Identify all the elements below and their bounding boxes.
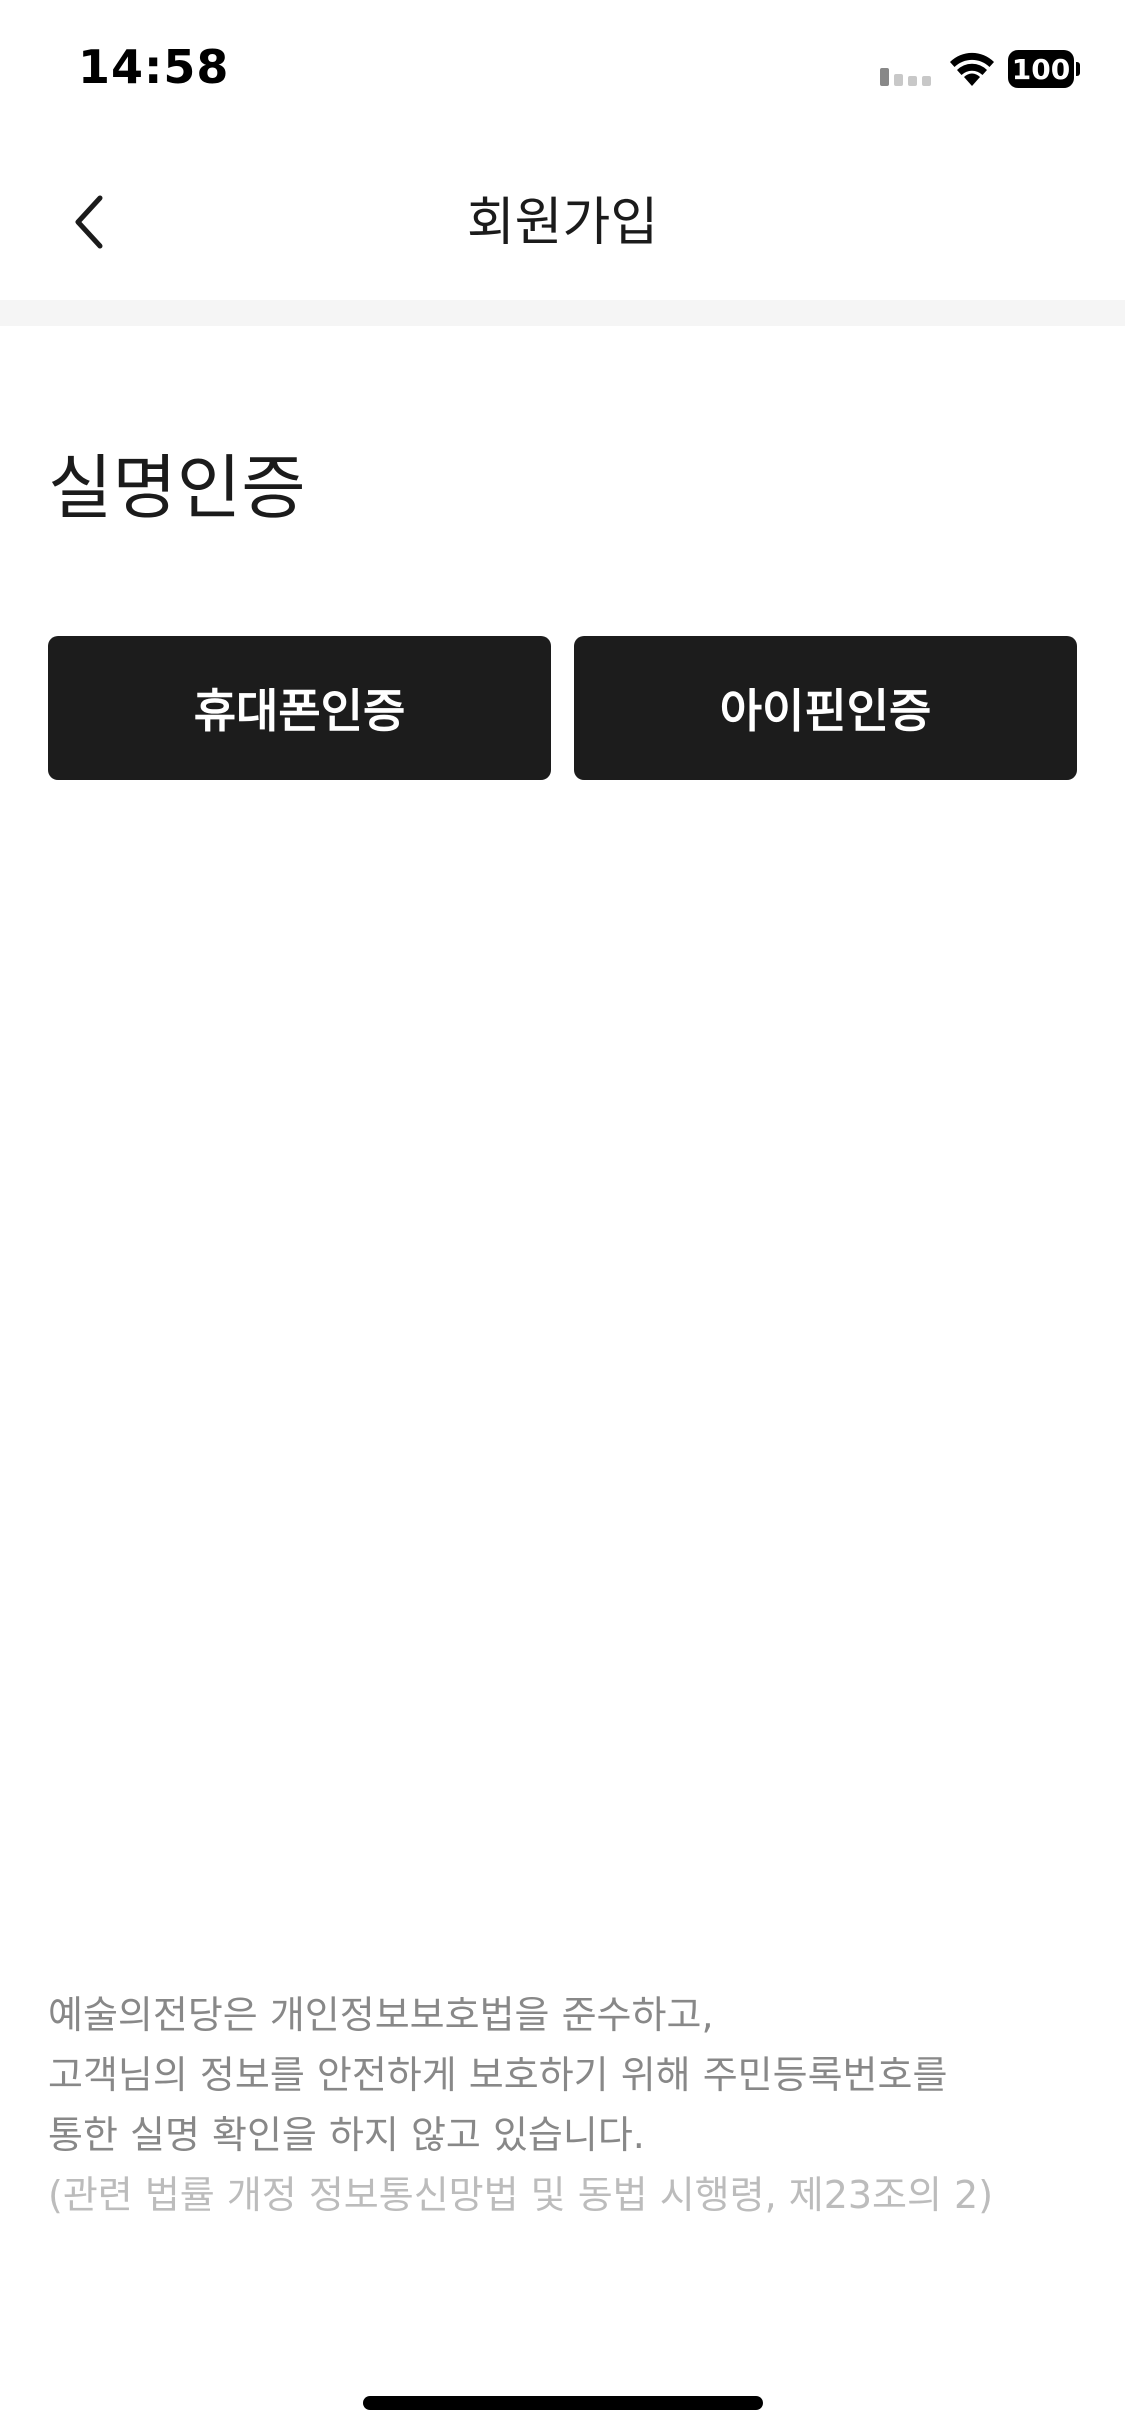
- navigation-bar: 회원가입: [0, 140, 1125, 300]
- phone-auth-button[interactable]: 휴대폰인증: [48, 636, 551, 780]
- notice-line: 예술의전당은 개인정보보호법을 준수하고,: [48, 1993, 714, 2037]
- section-title: 실명인증: [48, 447, 306, 529]
- signal-icon: [880, 68, 931, 86]
- auth-method-buttons: 휴대폰인증 아이핀인증: [48, 636, 1077, 780]
- wifi-icon: [950, 52, 994, 86]
- header-divider: [0, 300, 1125, 326]
- battery-icon: 100: [1008, 50, 1080, 88]
- signup-screen: 14:58 100 회원가입 실명인증 휴대폰인증 아이핀인증 예술의전당은 개…: [0, 0, 1125, 2436]
- home-indicator[interactable]: [363, 2396, 763, 2410]
- status-time: 14:58: [78, 40, 230, 94]
- notice-line: 통한 실명 확인을 하지 않고 있습니다.: [48, 2113, 645, 2157]
- page-title: 회원가입: [466, 193, 659, 253]
- notice-line: 고객님의 정보를 안전하게 보호하기 위해 주민등록번호를: [48, 2053, 948, 2097]
- ipin-auth-button[interactable]: 아이핀인증: [574, 636, 1077, 780]
- notice-legal-reference: (관련 법률 개정 정보통신망법 및 동법 시행령, 제23조의 2): [48, 2173, 994, 2217]
- battery-level: 100: [1011, 52, 1071, 86]
- privacy-notice: 예술의전당은 개인정보보호법을 준수하고, 고객님의 정보를 안전하게 보호하기…: [48, 1985, 1078, 2225]
- status-bar: 14:58 100: [0, 0, 1125, 140]
